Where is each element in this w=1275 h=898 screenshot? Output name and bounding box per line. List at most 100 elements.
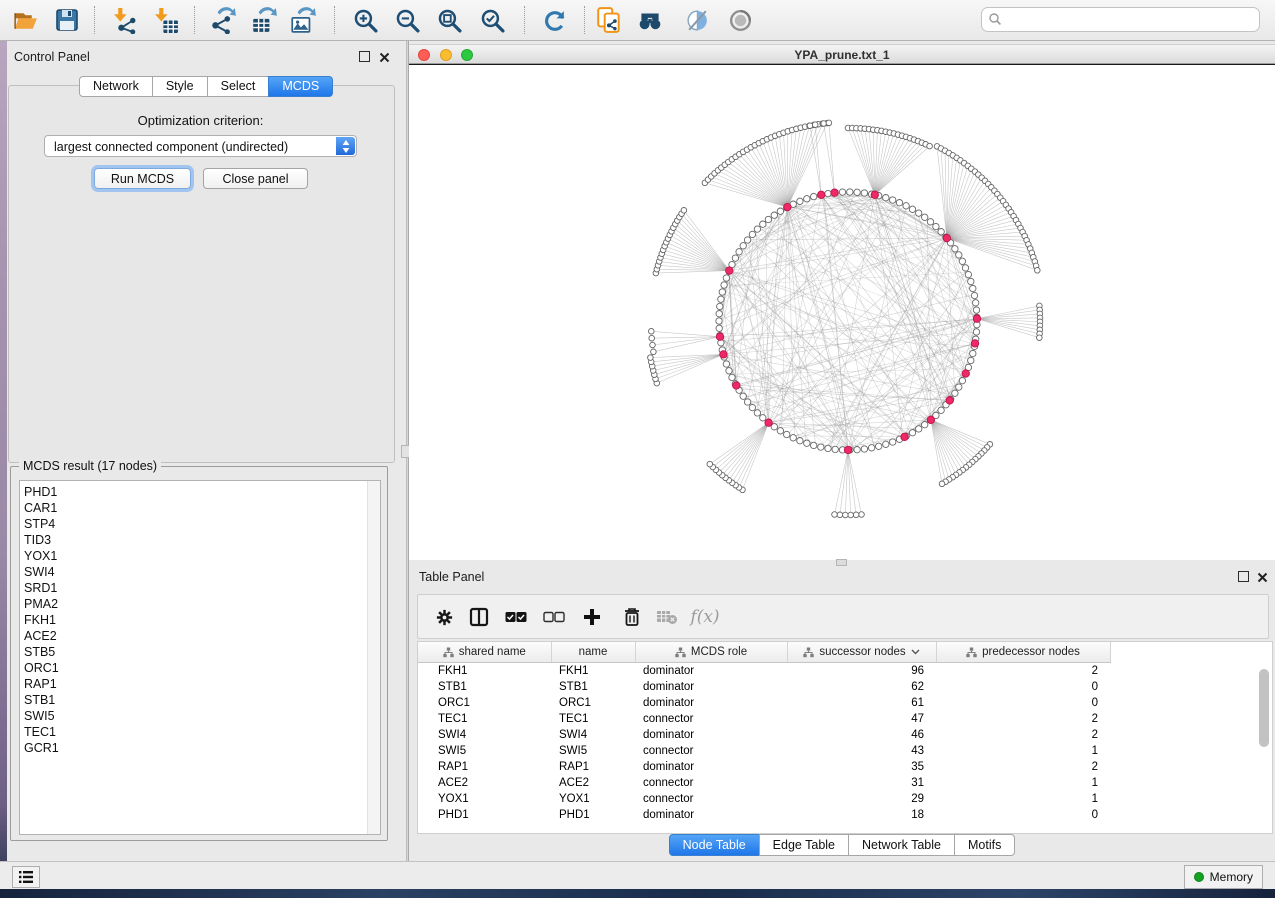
tab-edge-table[interactable]: Edge Table: [759, 834, 849, 856]
search-network-icon[interactable]: [636, 6, 664, 34]
network-node[interactable]: [956, 252, 962, 258]
network-node[interactable]: [811, 442, 817, 448]
table-cell[interactable]: 0: [936, 695, 1110, 711]
network-node[interactable]: [790, 435, 796, 441]
mcds-node[interactable]: [818, 191, 825, 198]
table-cell[interactable]: 62: [787, 679, 936, 695]
network-node[interactable]: [916, 210, 922, 216]
close-panel-icon[interactable]: [379, 50, 390, 68]
zoom-selected-icon[interactable]: [478, 6, 506, 34]
network-node[interactable]: [729, 374, 735, 380]
network-node[interactable]: [973, 300, 979, 306]
network-node[interactable]: [973, 329, 979, 335]
table-cell[interactable]: FKH1: [418, 663, 551, 680]
satellite-node[interactable]: [1035, 268, 1041, 274]
network-node[interactable]: [847, 189, 853, 195]
mcds-node[interactable]: [831, 189, 838, 196]
network-node[interactable]: [973, 307, 979, 313]
table-cell[interactable]: connector: [635, 711, 787, 727]
network-node[interactable]: [804, 440, 810, 446]
network-node[interactable]: [952, 246, 958, 252]
mcds-node[interactable]: [720, 351, 727, 358]
float-table-panel-icon[interactable]: [1238, 571, 1249, 582]
memory-button[interactable]: Memory: [1184, 865, 1263, 889]
network-node[interactable]: [740, 393, 746, 399]
table-cell[interactable]: SWI4: [418, 727, 551, 743]
export-table-icon[interactable]: [250, 6, 278, 34]
table-cell[interactable]: 96: [787, 663, 936, 680]
delete-column-icon[interactable]: [619, 604, 645, 630]
network-node[interactable]: [883, 195, 889, 201]
mcds-result-item[interactable]: SWI5: [20, 708, 380, 724]
network-node[interactable]: [854, 189, 860, 195]
criterion-dropdown[interactable]: largest connected component (undirected): [44, 135, 357, 157]
node-table[interactable]: shared namenameMCDS rolesuccessor nodesp…: [417, 641, 1273, 834]
table-cell[interactable]: 43: [787, 743, 936, 759]
network-node[interactable]: [818, 444, 824, 450]
mcds-result-item[interactable]: RAP1: [20, 676, 380, 692]
mcds-node[interactable]: [844, 446, 851, 453]
hide-annotations-icon[interactable]: [683, 6, 711, 34]
satellite-node[interactable]: [807, 123, 813, 129]
export-network-icon[interactable]: [209, 6, 237, 34]
satellite-node[interactable]: [812, 122, 818, 128]
clone-network-icon[interactable]: [595, 6, 623, 34]
satellite-node[interactable]: [821, 121, 827, 127]
network-node[interactable]: [825, 190, 831, 196]
open-file-icon[interactable]: [11, 6, 39, 34]
table-cell[interactable]: 61: [787, 695, 936, 711]
table-cell[interactable]: FKH1: [551, 663, 635, 680]
table-cell[interactable]: 1: [936, 775, 1110, 791]
mcds-node[interactable]: [946, 397, 953, 404]
network-node[interactable]: [854, 447, 860, 453]
network-node[interactable]: [922, 422, 928, 428]
network-node[interactable]: [861, 446, 867, 452]
network-node[interactable]: [839, 189, 845, 195]
column-header-shared-name[interactable]: shared name: [418, 642, 551, 663]
network-node[interactable]: [723, 275, 729, 281]
table-cell[interactable]: 2: [936, 711, 1110, 727]
run-mcds-button[interactable]: Run MCDS: [94, 168, 191, 189]
satellite-node[interactable]: [837, 512, 843, 518]
column-header-predecessor-nodes[interactable]: predecessor nodes: [936, 642, 1110, 663]
network-node[interactable]: [811, 193, 817, 199]
export-image-icon[interactable]: [289, 6, 317, 34]
network-node[interactable]: [760, 415, 766, 421]
table-cell[interactable]: RAP1: [551, 759, 635, 775]
network-node[interactable]: [890, 439, 896, 445]
table-cell[interactable]: YOX1: [551, 791, 635, 807]
table-row[interactable]: SWI4SWI4dominator462: [418, 727, 1272, 743]
mcds-result-item[interactable]: PHD1: [20, 484, 380, 500]
table-cell[interactable]: 0: [936, 679, 1110, 695]
table-row[interactable]: YOX1YOX1connector291: [418, 791, 1272, 807]
table-cell[interactable]: 35: [787, 759, 936, 775]
table-cell[interactable]: 0: [936, 807, 1110, 823]
float-panel-icon[interactable]: [359, 51, 370, 62]
table-cell[interactable]: SWI5: [418, 743, 551, 759]
table-cell[interactable]: ORC1: [551, 695, 635, 711]
network-node[interactable]: [962, 265, 968, 271]
network-node[interactable]: [719, 289, 725, 295]
network-node[interactable]: [717, 303, 723, 309]
table-row[interactable]: STB1STB1dominator620: [418, 679, 1272, 695]
table-cell[interactable]: dominator: [635, 807, 787, 823]
table-cell[interactable]: dominator: [635, 695, 787, 711]
table-row[interactable]: SWI5SWI5connector431: [418, 743, 1272, 759]
network-node[interactable]: [909, 430, 915, 436]
mcds-node[interactable]: [784, 203, 791, 210]
satellite-node[interactable]: [859, 512, 865, 518]
network-node[interactable]: [927, 219, 933, 225]
mcds-result-item[interactable]: ORC1: [20, 660, 380, 676]
satellite-node[interactable]: [927, 143, 933, 149]
deselect-all-icon[interactable]: [541, 604, 567, 630]
network-node[interactable]: [959, 258, 965, 264]
mcds-node[interactable]: [973, 315, 980, 322]
table-cell[interactable]: SWI4: [551, 727, 635, 743]
mcds-node[interactable]: [943, 234, 950, 241]
mcds-result-item[interactable]: YOX1: [20, 548, 380, 564]
network-node[interactable]: [965, 271, 971, 277]
network-node[interactable]: [716, 311, 722, 317]
mcds-result-item[interactable]: ACE2: [20, 628, 380, 644]
satellite-node[interactable]: [649, 329, 655, 335]
table-cell[interactable]: connector: [635, 775, 787, 791]
